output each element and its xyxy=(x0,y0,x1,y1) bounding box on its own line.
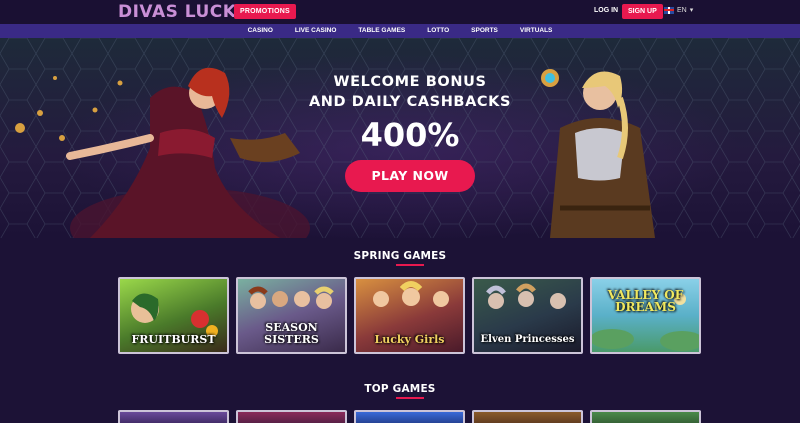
hero-banner: WELCOME BONUS AND DAILY CASHBACKS 400% P… xyxy=(0,38,800,238)
left-character-illustration xyxy=(15,67,310,238)
top-game-tile[interactable] xyxy=(236,410,347,423)
nav-live-casino[interactable]: LIVE CASINO xyxy=(284,24,348,38)
spring-games-row: FRUITBURST SEASON SISTERS Lucky Girls El… xyxy=(118,277,701,354)
game-title: SEASON SISTERS xyxy=(264,321,319,346)
game-title: FRUITBURST xyxy=(131,333,216,346)
top-game-tile[interactable] xyxy=(118,410,229,423)
site-logo[interactable]: DIVAS LUCK xyxy=(118,2,236,22)
main-nav: CASINO LIVE CASINO TABLE GAMES LOTTO SPO… xyxy=(0,24,800,38)
right-character-illustration xyxy=(541,69,655,238)
top-bar: DIVAS LUCK PROMOTIONS LOG IN SIGN UP EN … xyxy=(0,0,800,24)
nav-sports[interactable]: SPORTS xyxy=(460,24,509,38)
hero-title-line2: AND DAILY CASHBACKS xyxy=(308,94,512,110)
chevron-down-icon: ▾ xyxy=(689,7,694,14)
nav-casino[interactable]: CASINO xyxy=(237,24,284,38)
game-title: Elven Princesses xyxy=(480,334,575,345)
top-game-tile[interactable] xyxy=(590,410,701,423)
game-tile-valley-of-dreams[interactable]: VALLEY OF DREAMS xyxy=(590,277,701,354)
game-tile-season-sisters[interactable]: SEASON SISTERS xyxy=(236,277,347,354)
section-underline xyxy=(396,397,424,399)
language-selector[interactable]: EN ▾ xyxy=(664,6,693,14)
game-title: Lucky Girls xyxy=(374,333,445,346)
top-game-tile[interactable] xyxy=(354,410,465,423)
hero-title-line1: WELCOME BONUS xyxy=(333,74,487,90)
language-label: EN xyxy=(677,6,687,14)
section-underline xyxy=(396,264,424,266)
game-tile-fruitburst[interactable]: FRUITBURST xyxy=(118,277,229,354)
login-link[interactable]: LOG IN xyxy=(594,7,618,14)
top-game-tile[interactable] xyxy=(472,410,583,423)
top-games-row xyxy=(118,410,701,423)
nav-table-games[interactable]: TABLE GAMES xyxy=(347,24,416,38)
spring-games-title: SPRING GAMES xyxy=(353,250,447,262)
hero-promo: WELCOME BONUS AND DAILY CASHBACKS 400% P… xyxy=(300,72,520,192)
nav-lotto[interactable]: LOTTO xyxy=(416,24,460,38)
promotions-button[interactable]: PROMOTIONS xyxy=(234,4,296,19)
uk-flag-icon xyxy=(664,6,674,14)
game-tile-lucky-girls[interactable]: Lucky Girls xyxy=(354,277,465,354)
play-now-button[interactable]: PLAY NOW xyxy=(345,160,475,192)
top-games-title: TOP GAMES xyxy=(364,383,436,395)
game-tile-elven-princesses[interactable]: Elven Princesses xyxy=(472,277,583,354)
nav-virtuals[interactable]: VIRTUALS xyxy=(509,24,564,38)
bonus-percent: 400% xyxy=(360,116,460,154)
game-title: VALLEY OF DREAMS xyxy=(607,288,684,314)
signup-button[interactable]: SIGN UP xyxy=(622,4,663,19)
